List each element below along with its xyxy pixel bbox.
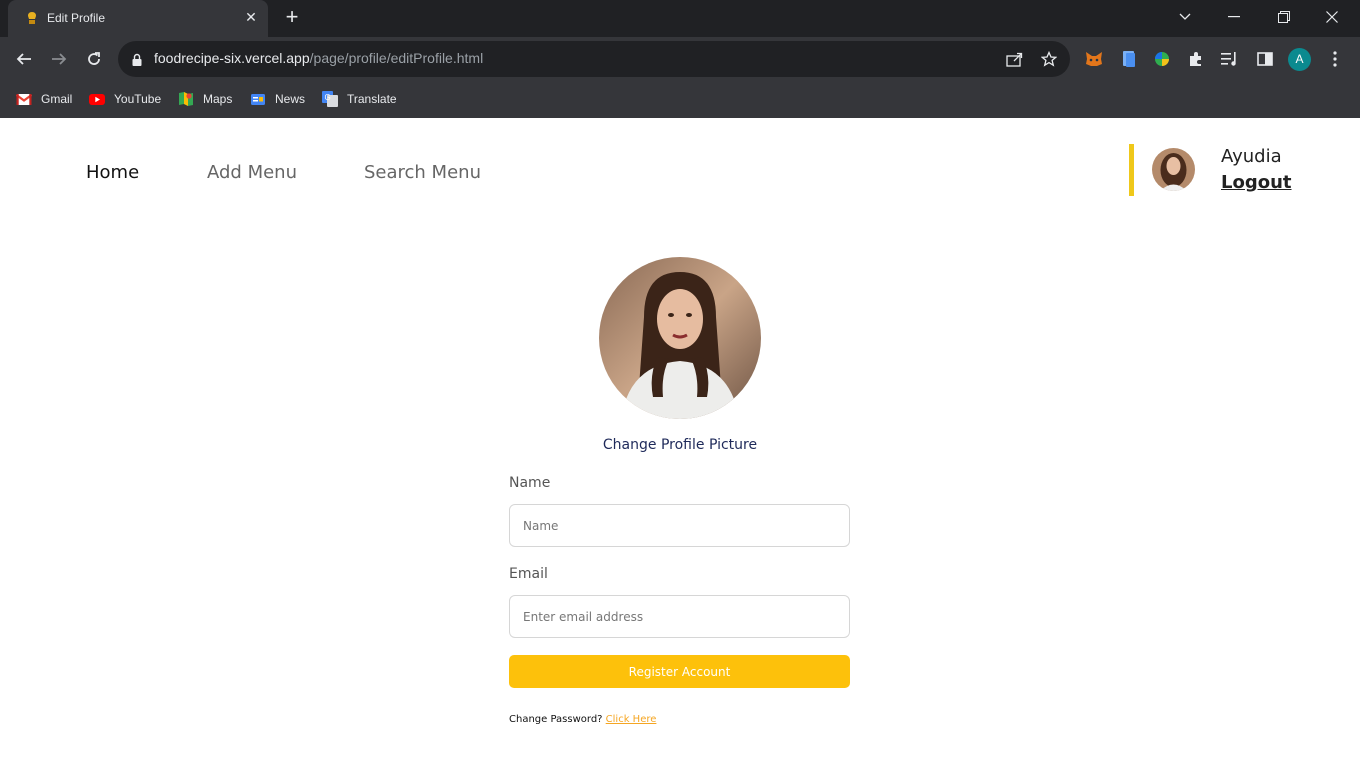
tab-search-icon[interactable] xyxy=(1162,0,1208,34)
restore-button[interactable] xyxy=(1261,0,1307,34)
media-queue-icon[interactable] xyxy=(1219,48,1241,70)
more-menu-icon[interactable] xyxy=(1324,48,1346,70)
email-input[interactable] xyxy=(509,595,850,638)
lock-icon[interactable] xyxy=(131,52,143,66)
share-icon[interactable] xyxy=(1005,49,1025,69)
youtube-icon xyxy=(89,91,105,107)
gmail-icon xyxy=(15,91,33,107)
side-panel-icon[interactable] xyxy=(1254,48,1276,70)
minimize-button[interactable] xyxy=(1211,0,1257,34)
puzzle-extensions-icon[interactable] xyxy=(1185,48,1207,70)
bookmark-youtube[interactable]: YouTube xyxy=(89,89,161,109)
chef-hat-icon xyxy=(24,10,40,26)
page-content: Home Add Menu Search Menu Ayudia Logout xyxy=(0,118,1360,768)
docs-extension-icon[interactable] xyxy=(1118,48,1140,70)
new-tab-button[interactable]: + xyxy=(280,6,304,30)
url-text: foodrecipe-six.vercel.app/page/profile/e… xyxy=(154,50,484,66)
translate-icon: G xyxy=(322,91,338,107)
nav-add-menu-link[interactable]: Add Menu xyxy=(207,162,297,183)
address-bar[interactable]: foodrecipe-six.vercel.app/page/profile/e… xyxy=(118,41,1070,77)
color-extension-icon[interactable] xyxy=(1151,48,1173,70)
profile-picture[interactable] xyxy=(599,257,761,419)
metamask-icon[interactable] xyxy=(1083,48,1105,70)
reload-button[interactable] xyxy=(80,45,108,73)
tab-title: Edit Profile xyxy=(47,11,106,25)
change-password-link[interactable]: Click Here xyxy=(606,714,657,725)
bookmark-news[interactable]: News xyxy=(250,89,305,109)
close-window-button[interactable] xyxy=(1309,0,1355,34)
user-avatar[interactable] xyxy=(1152,148,1195,191)
browser-tabstrip: Edit Profile ✕ + xyxy=(0,0,1360,37)
user-name: Ayudia xyxy=(1221,146,1282,167)
back-button[interactable] xyxy=(10,45,38,73)
nav-search-menu-link[interactable]: Search Menu xyxy=(364,162,481,183)
svg-text:G: G xyxy=(325,93,331,102)
close-tab-icon[interactable]: ✕ xyxy=(242,9,260,27)
name-input[interactable] xyxy=(509,504,850,547)
change-profile-picture-link[interactable]: Change Profile Picture xyxy=(0,437,1360,453)
browser-toolbar: foodrecipe-six.vercel.app/page/profile/e… xyxy=(0,37,1360,81)
nav-home-link[interactable]: Home xyxy=(86,162,139,183)
change-password-text: Change Password? xyxy=(509,714,603,725)
bookmarks-bar: Gmail YouTube Maps News G Translate xyxy=(0,81,1360,118)
forward-button[interactable] xyxy=(45,45,73,73)
bookmark-maps[interactable]: Maps xyxy=(178,89,232,109)
email-label: Email xyxy=(509,566,548,582)
name-label: Name xyxy=(509,475,551,491)
news-icon xyxy=(250,91,266,107)
register-account-button[interactable]: Register Account xyxy=(509,655,850,688)
browser-profile-avatar[interactable]: A xyxy=(1288,48,1311,71)
user-accent-bar xyxy=(1129,144,1134,196)
logout-link[interactable]: Logout xyxy=(1221,172,1292,193)
change-password-row: Change Password? Click Here xyxy=(509,714,656,725)
bookmark-gmail[interactable]: Gmail xyxy=(15,89,72,109)
bookmark-star-icon[interactable] xyxy=(1039,49,1059,69)
browser-tab[interactable]: Edit Profile ✕ xyxy=(8,0,268,37)
maps-icon xyxy=(178,91,194,107)
bookmark-translate[interactable]: G Translate xyxy=(322,89,397,109)
